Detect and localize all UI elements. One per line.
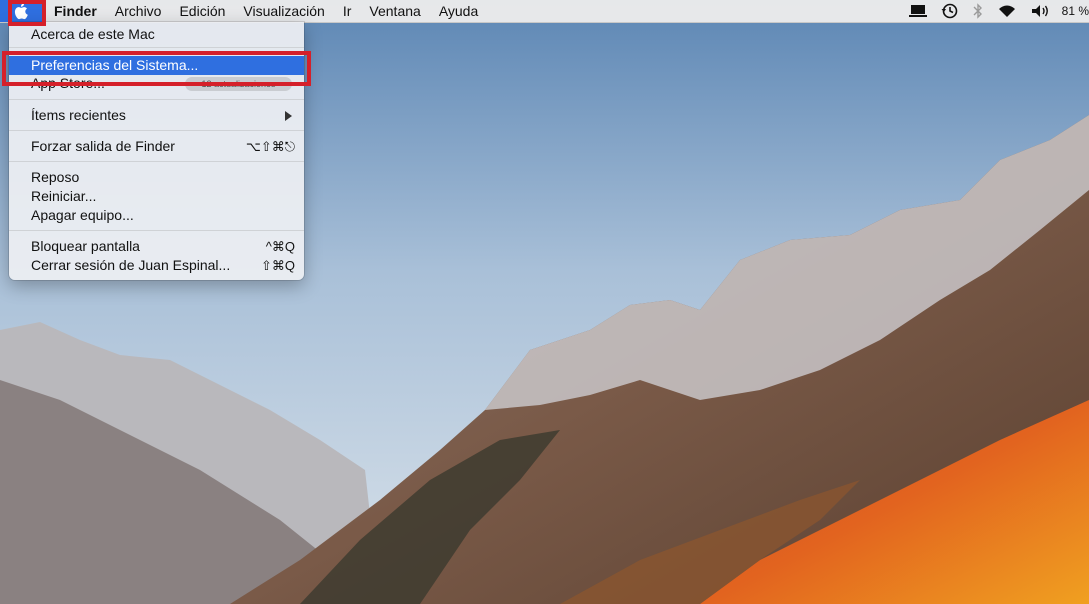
log-out-shortcut: ⇧⌘Q [260,258,295,273]
menu-item-lock-screen[interactable]: Bloquear pantalla ^⌘Q [9,237,304,256]
menu-visualizacion[interactable]: Visualización [234,0,333,22]
menu-item-label: Ítems recientes [31,107,126,123]
lock-screen-shortcut: ^⌘Q [265,239,295,254]
menu-item-label: Bloquear pantalla [31,238,140,254]
menu-ir[interactable]: Ir [334,0,361,22]
menu-separator [9,230,304,231]
updates-badge: 12 actualizaciones [185,77,292,91]
menu-finder[interactable]: Finder [44,0,106,22]
apple-menu-button[interactable] [0,0,44,22]
status-area: 81 % [902,0,1089,22]
menu-item-label: Forzar salida de Finder [31,138,175,154]
wifi-icon[interactable] [990,0,1024,22]
apple-menu-dropdown: Acerca de este Mac App Store... 12 actua… [9,22,304,280]
menu-item-about-this-mac[interactable]: Acerca de este Mac [9,25,304,44]
menu-item-label: Apagar equipo... [31,207,134,223]
menu-item-label: Reposo [31,169,80,185]
battery-percentage[interactable]: 81 % [1058,4,1089,18]
menu-item-system-preferences[interactable]: Preferencias del Sistema... [9,56,304,75]
bluetooth-icon[interactable] [966,0,990,22]
menu-item-label: Cerrar sesión de Juan Espinal... [31,257,231,273]
volume-icon[interactable] [1024,0,1058,22]
menu-item-shutdown[interactable]: Apagar equipo... [9,206,304,225]
menu-item-label: Reiniciar... [31,188,97,204]
menu-edicion[interactable]: Edición [170,0,234,22]
apple-logo-icon [14,3,28,20]
menu-separator [9,130,304,131]
menu-item-restart[interactable]: Reiniciar... [9,187,304,206]
submenu-arrow-icon [285,111,292,121]
display-icon[interactable] [902,0,934,22]
menu-ayuda[interactable]: Ayuda [430,0,487,22]
menu-item-log-out[interactable]: Cerrar sesión de Juan Espinal... ⇧⌘Q [9,256,304,275]
menu-item-sleep[interactable]: Reposo [9,168,304,187]
menu-item-label: Preferencias del Sistema... [31,57,199,73]
time-machine-icon[interactable] [934,0,966,22]
menu-item-recent-items[interactable]: Ítems recientes [9,106,304,125]
menu-ventana[interactable]: Ventana [360,0,429,22]
menu-item-label: App Store... [31,75,105,91]
menu-separator [9,161,304,162]
menu-item-app-store[interactable]: App Store... 12 actualizaciones [9,75,304,91]
menu-item-label: Acerca de este Mac [31,26,155,42]
menu-separator [9,47,304,48]
menu-archivo[interactable]: Archivo [106,0,171,22]
menu-item-force-quit[interactable]: Forzar salida de Finder ⌥⇧⌘⎋ [9,137,304,156]
menu-bar: Finder Archivo Edición Visualización Ir … [0,0,1089,23]
menu-separator [9,99,304,100]
force-quit-shortcut: ⌥⇧⌘⎋ [245,139,295,154]
